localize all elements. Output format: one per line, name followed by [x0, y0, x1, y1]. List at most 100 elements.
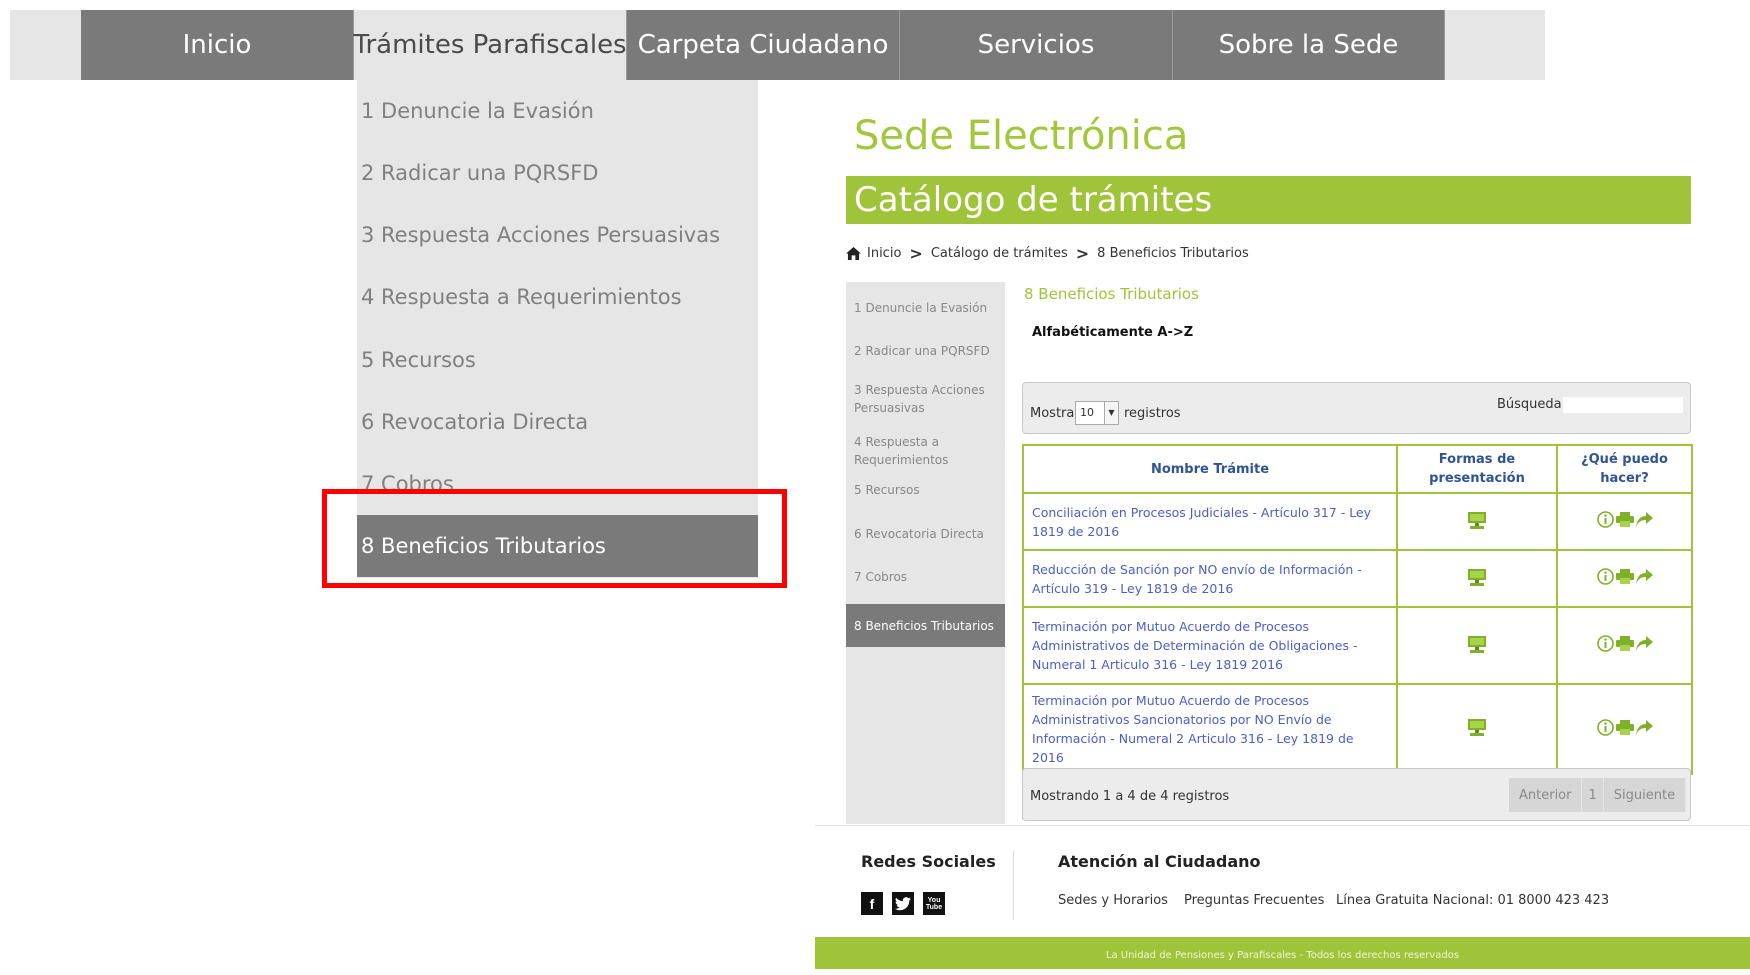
side-item-denuncie-evasion[interactable]: 1 Denuncie la Evasión: [846, 292, 1005, 324]
print-icon[interactable]: [1615, 719, 1634, 735]
page-title: Sede Electrónica: [854, 113, 1189, 159]
presentation-cell: [1396, 606, 1558, 685]
share-icon[interactable]: [1635, 512, 1653, 527]
share-icon[interactable]: [1635, 569, 1653, 584]
chevron-down-icon: ▼: [1104, 402, 1118, 424]
tramite-name-link[interactable]: Terminación por Mutuo Acuerdo de Proceso…: [1022, 606, 1398, 685]
nav-item-inicio[interactable]: Inicio: [81, 10, 354, 80]
print-icon[interactable]: [1615, 512, 1634, 527]
home-icon[interactable]: [846, 246, 861, 260]
show-label: Mostrar: [1030, 406, 1080, 421]
computer-icon[interactable]: [1467, 511, 1487, 529]
presentation-cell: [1396, 549, 1558, 608]
tramites-dropdown-menu: 1 Denuncie la Evasión 2 Radicar una PQRS…: [357, 80, 758, 578]
footer-link-sedes-horarios[interactable]: Sedes y Horarios: [1058, 893, 1168, 908]
nav-item-tramites-parafiscales[interactable]: Trámites Parafiscales: [353, 10, 627, 80]
footer: [815, 825, 1750, 937]
dropdown-item-revocatoria-directa[interactable]: 6 Revocatoria Directa: [357, 391, 758, 453]
footer-divider: [1013, 850, 1014, 920]
social-links: f You Tube: [861, 892, 945, 915]
dropdown-item-beneficios-tributarios[interactable]: 8 Beneficios Tributarios: [357, 515, 758, 577]
footer-link-preguntas-frecuentes[interactable]: Preguntas Frecuentes: [1184, 893, 1324, 908]
print-icon[interactable]: [1615, 569, 1634, 584]
share-icon[interactable]: [1635, 719, 1653, 735]
breadcrumb-current: 8 Beneficios Tributarios: [1097, 245, 1249, 261]
social-title: Redes Sociales: [861, 852, 996, 871]
main-navbar: Inicio Trámites Parafiscales Carpeta Ciu…: [10, 10, 1545, 80]
actions-cell: [1556, 683, 1693, 775]
table-row: Conciliación en Procesos Judiciales - Ar…: [1022, 492, 1693, 551]
youtube-icon[interactable]: You Tube: [923, 892, 945, 915]
breadcrumb-inicio[interactable]: Inicio: [867, 246, 901, 261]
side-item-beneficios-tributarios[interactable]: 8 Beneficios Tributarios: [846, 604, 1005, 647]
nav-item-servicios[interactable]: Servicios: [900, 10, 1173, 80]
row-actions: [1596, 718, 1653, 736]
facebook-icon[interactable]: f: [861, 892, 883, 915]
breadcrumb-separator: >: [1075, 243, 1090, 263]
page-size-select[interactable]: 10 ▼: [1075, 401, 1119, 425]
column-header-nombre[interactable]: Nombre Trámite: [1022, 444, 1398, 494]
actions-cell: [1556, 492, 1693, 551]
row-actions: [1596, 568, 1653, 585]
info-icon[interactable]: [1596, 718, 1614, 736]
records-label: registros: [1124, 406, 1181, 421]
tramite-name-link[interactable]: Reducción de Sanción por NO envío de Inf…: [1022, 549, 1398, 608]
table-row: Reducción de Sanción por NO envío de Inf…: [1022, 549, 1693, 608]
dropdown-item-respuesta-requerimientos[interactable]: 4 Respuesta a Requerimientos: [357, 266, 758, 328]
table-row: Terminación por Mutuo Acuerdo de Proceso…: [1022, 606, 1693, 685]
side-item-respuesta-requerimientos[interactable]: 4 Respuesta a Requerimientos: [846, 431, 1005, 471]
table-footer: Mostrando 1 a 4 de 4 registros Anterior …: [1022, 768, 1691, 821]
side-item-radicar-pqrsfd[interactable]: 2 Radicar una PQRSFD: [846, 335, 1005, 367]
presentation-cell: [1396, 492, 1558, 551]
side-item-revocatoria-directa[interactable]: 6 Revocatoria Directa: [846, 518, 1005, 550]
search-input[interactable]: [1563, 397, 1683, 413]
breadcrumb-catalogo[interactable]: Catálogo de trámites: [931, 246, 1068, 261]
records-info: Mostrando 1 a 4 de 4 registros: [1030, 789, 1230, 804]
computer-icon[interactable]: [1467, 718, 1487, 736]
tramite-name-link[interactable]: Terminación por Mutuo Acuerdo de Proceso…: [1022, 683, 1398, 775]
side-item-recursos[interactable]: 5 Recursos: [846, 474, 1005, 506]
share-icon[interactable]: [1635, 636, 1653, 651]
tramite-name-link[interactable]: Conciliación en Procesos Judiciales - Ar…: [1022, 492, 1398, 551]
column-header-que-puedo-hacer[interactable]: ¿Qué puedo hacer?: [1556, 444, 1693, 494]
dropdown-item-recursos[interactable]: 5 Recursos: [357, 329, 758, 391]
alphabetical-sort-link[interactable]: Alfabéticamente A->Z: [1032, 325, 1193, 340]
breadcrumb: Inicio > Catálogo de trámites > 8 Benefi…: [846, 243, 1249, 263]
breadcrumb-separator: >: [909, 243, 923, 263]
pager-page-1[interactable]: 1: [1582, 778, 1604, 812]
page-size-value: 10: [1080, 406, 1094, 419]
dropdown-item-cobros[interactable]: 7 Cobros: [357, 453, 758, 515]
actions-cell: [1556, 549, 1693, 608]
table-controls: Mostrar 10 ▼ registros Búsqueda:: [1022, 382, 1691, 434]
twitter-icon[interactable]: [892, 892, 914, 915]
side-menu: 1 Denuncie la Evasión 2 Radicar una PQRS…: [846, 282, 1005, 824]
actions-cell: [1556, 606, 1693, 685]
info-icon[interactable]: [1596, 511, 1614, 528]
pager-next-button[interactable]: Siguiente: [1603, 778, 1687, 812]
nav-item-carpeta-ciudadano[interactable]: Carpeta Ciudadano: [627, 10, 900, 80]
column-header-formas[interactable]: Formas de presentación: [1396, 444, 1558, 494]
info-icon[interactable]: [1596, 568, 1614, 585]
search-label: Búsqueda:: [1497, 397, 1567, 412]
row-actions: [1596, 635, 1653, 652]
side-item-cobros[interactable]: 7 Cobros: [846, 561, 1005, 593]
dropdown-item-radicar-pqrsfd[interactable]: 2 Radicar una PQRSFD: [357, 142, 758, 204]
procedures-table: Nombre Trámite Formas de presentación ¿Q…: [1022, 444, 1693, 775]
info-icon[interactable]: [1596, 635, 1614, 652]
computer-icon[interactable]: [1467, 635, 1487, 653]
table-row: Terminación por Mutuo Acuerdo de Proceso…: [1022, 683, 1693, 775]
dropdown-item-denuncie-evasion[interactable]: 1 Denuncie la Evasión: [357, 80, 758, 142]
computer-icon[interactable]: [1467, 568, 1487, 586]
row-actions: [1596, 511, 1653, 528]
catalog-banner: Catálogo de trámites: [846, 176, 1691, 224]
pagination: Anterior 1 Siguiente: [1509, 778, 1687, 812]
copyright-bar: La Unidad de Pensiones y Parafiscales - …: [815, 937, 1750, 969]
presentation-cell: [1396, 683, 1558, 775]
dropdown-item-respuesta-acciones-persuasivas[interactable]: 3 Respuesta Acciones Persuasivas: [357, 204, 758, 266]
side-item-respuesta-acciones-persuasivas[interactable]: 3 Respuesta Acciones Persuasivas: [846, 379, 1005, 419]
pager-previous-button[interactable]: Anterior: [1509, 778, 1583, 812]
section-heading: 8 Beneficios Tributarios: [1024, 285, 1199, 303]
nav-item-sobre-la-sede[interactable]: Sobre la Sede: [1173, 10, 1445, 80]
print-icon[interactable]: [1615, 636, 1634, 651]
table-header-row: Nombre Trámite Formas de presentación ¿Q…: [1022, 444, 1693, 494]
